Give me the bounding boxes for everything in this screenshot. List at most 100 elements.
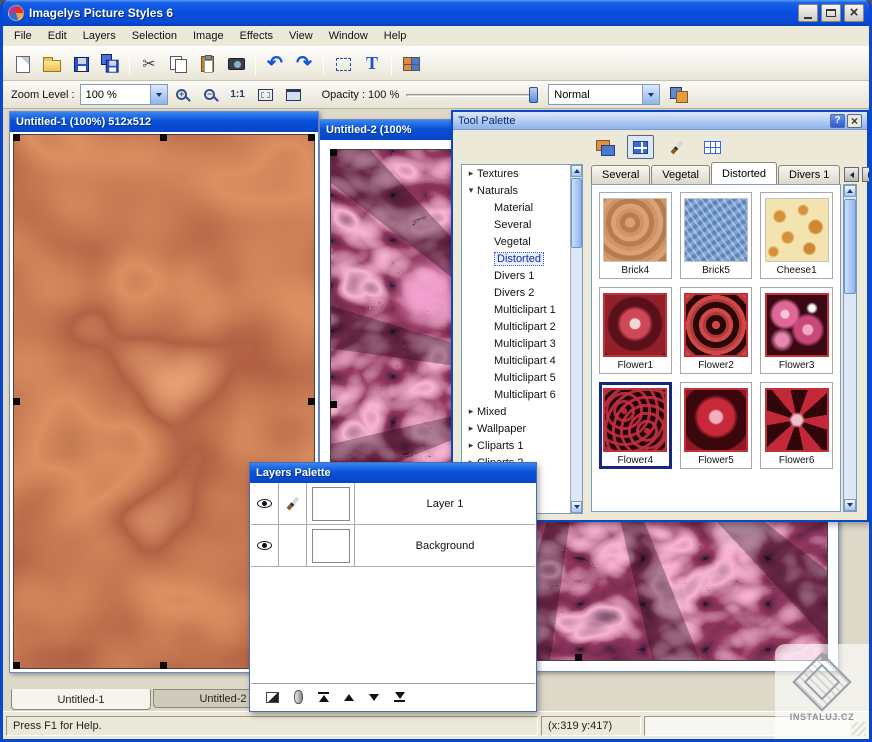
save-all-button[interactable] <box>96 50 124 78</box>
paste-button[interactable] <box>193 50 221 78</box>
blend-mode-combo[interactable]: Normal <box>548 84 660 105</box>
scrollbar-thumb[interactable] <box>571 178 582 248</box>
layers-palette[interactable]: Layers Palette Layer 1 Background <box>249 462 537 712</box>
redo-button[interactable] <box>290 50 318 78</box>
tabs-scroll-right-button[interactable] <box>862 167 872 182</box>
eye-icon[interactable] <box>257 541 272 550</box>
zoom-combo-arrow-button[interactable] <box>150 85 167 104</box>
tree-item-naturals[interactable]: Naturals <box>462 182 570 199</box>
menu-file[interactable]: File <box>6 27 40 45</box>
tree-item-several[interactable]: Several <box>462 216 570 233</box>
menu-edit[interactable]: Edit <box>40 27 75 45</box>
thumbnail-flower4[interactable]: Flower4 <box>599 382 672 469</box>
table-view-button[interactable] <box>699 135 726 159</box>
copy-button[interactable] <box>164 50 192 78</box>
zoom-in-button[interactable]: + <box>168 81 196 109</box>
scroll-down-button[interactable] <box>571 501 582 513</box>
tree-item-multiclipart-1[interactable]: Multiclipart 1 <box>462 301 570 318</box>
layer1-visibility-cell[interactable] <box>251 483 279 524</box>
layer-row-layer1[interactable]: Layer 1 <box>251 483 535 525</box>
scrollbar-thumb[interactable] <box>844 199 856 294</box>
tree-item-textures[interactable]: Textures <box>462 165 570 182</box>
selection-handle[interactable] <box>160 134 167 141</box>
tool-palette[interactable]: Tool Palette Textures Naturals Material … <box>451 110 869 522</box>
grid-scrollbar[interactable] <box>843 184 857 512</box>
background-visibility-cell[interactable] <box>251 525 279 566</box>
tab-several[interactable]: Several <box>591 165 650 184</box>
layer-row-background[interactable]: Background <box>251 525 535 567</box>
menu-image[interactable]: Image <box>185 27 232 45</box>
collapsed-arrow-icon[interactable] <box>465 168 477 179</box>
titlebar[interactable]: Imagelys Picture Styles 6 <box>3 0 869 26</box>
tree-item-distorted[interactable]: Distorted <box>462 250 570 267</box>
selection-handle[interactable] <box>330 401 337 408</box>
opacity-slider-thumb[interactable] <box>529 87 538 103</box>
selection-handle[interactable] <box>575 654 582 661</box>
background-name[interactable]: Background <box>355 525 535 566</box>
zoom-level-combo[interactable]: 100 % <box>80 84 168 105</box>
effects-brush-button[interactable] <box>663 135 690 159</box>
background-edit-cell[interactable] <box>279 525 307 566</box>
selection-handle[interactable] <box>308 398 315 405</box>
move-layer-top-button[interactable] <box>318 692 329 702</box>
tree-item-multiclipart-6[interactable]: Multiclipart 6 <box>462 386 570 403</box>
collapsed-arrow-icon[interactable] <box>465 440 477 451</box>
selection-tool-button[interactable] <box>329 50 357 78</box>
selection-handle[interactable] <box>13 134 20 141</box>
merge-roller-icon[interactable] <box>294 690 303 704</box>
scroll-up-button[interactable] <box>844 185 856 197</box>
thumbnail-flower5[interactable]: Flower5 <box>680 382 753 469</box>
opacity-slider-track[interactable] <box>406 94 538 97</box>
selection-handle[interactable] <box>160 662 167 669</box>
layers-palette-titlebar[interactable]: Layers Palette <box>250 463 536 483</box>
menu-selection[interactable]: Selection <box>124 27 185 45</box>
tree-item-mixed[interactable]: Mixed <box>462 403 570 420</box>
save-button[interactable] <box>67 50 95 78</box>
tree-item-multiclipart-2[interactable]: Multiclipart 2 <box>462 318 570 335</box>
scroll-down-button[interactable] <box>844 499 856 511</box>
tree-item-wallpaper[interactable]: Wallpaper <box>462 420 570 437</box>
flatten-layer-icon[interactable] <box>266 692 279 703</box>
layer1-edit-cell[interactable] <box>279 483 307 524</box>
thumbnail-flower3[interactable]: Flower3 <box>760 287 833 374</box>
selection-handle[interactable] <box>330 149 337 156</box>
fit-image-button[interactable] <box>252 81 280 109</box>
thumbnail-flower2[interactable]: Flower2 <box>680 287 753 374</box>
palette-help-button[interactable] <box>830 114 845 128</box>
tree-item-cliparts-1[interactable]: Cliparts 1 <box>462 437 570 454</box>
tree-item-divers-1[interactable]: Divers 1 <box>462 267 570 284</box>
tree-scrollbar[interactable] <box>570 165 582 513</box>
thumbnail-flower6[interactable]: Flower6 <box>760 382 833 469</box>
text-tool-button[interactable] <box>358 50 386 78</box>
tab-divers-1[interactable]: Divers 1 <box>778 165 840 184</box>
tree-item-divers-2[interactable]: Divers 2 <box>462 284 570 301</box>
thumbnail-brick4[interactable]: Brick4 <box>599 192 672 279</box>
capture-button[interactable] <box>222 50 250 78</box>
move-layer-bottom-button[interactable] <box>394 692 405 702</box>
tile-view-button[interactable] <box>397 50 425 78</box>
menu-effects[interactable]: Effects <box>232 27 281 45</box>
selection-handle[interactable] <box>13 398 20 405</box>
texture-library-button[interactable] <box>591 135 618 159</box>
scroll-up-button[interactable] <box>571 165 582 177</box>
move-layer-down-button[interactable] <box>369 694 379 701</box>
doc-tab-untitled-1[interactable]: Untitled-1 <box>11 689 151 710</box>
fit-screen-button[interactable] <box>280 81 308 109</box>
actual-size-button[interactable]: 1:1 <box>224 81 252 109</box>
tree-item-multiclipart-3[interactable]: Multiclipart 3 <box>462 335 570 352</box>
minimize-button[interactable] <box>798 4 818 22</box>
cut-button[interactable] <box>135 50 163 78</box>
selection-handle[interactable] <box>13 662 20 669</box>
tab-vegetal[interactable]: Vegetal <box>651 165 710 184</box>
opacity-slider[interactable] <box>406 86 538 104</box>
tree-item-multiclipart-5[interactable]: Multiclipart 5 <box>462 369 570 386</box>
menu-layers[interactable]: Layers <box>75 27 124 45</box>
menu-window[interactable]: Window <box>321 27 376 45</box>
tab-distorted[interactable]: Distorted <box>711 162 777 184</box>
new-button[interactable] <box>9 50 37 78</box>
tree-item-material[interactable]: Material <box>462 199 570 216</box>
eye-icon[interactable] <box>257 499 272 508</box>
menu-view[interactable]: View <box>281 27 321 45</box>
selection-handle[interactable] <box>308 134 315 141</box>
blend-combo-arrow-button[interactable] <box>642 85 659 104</box>
